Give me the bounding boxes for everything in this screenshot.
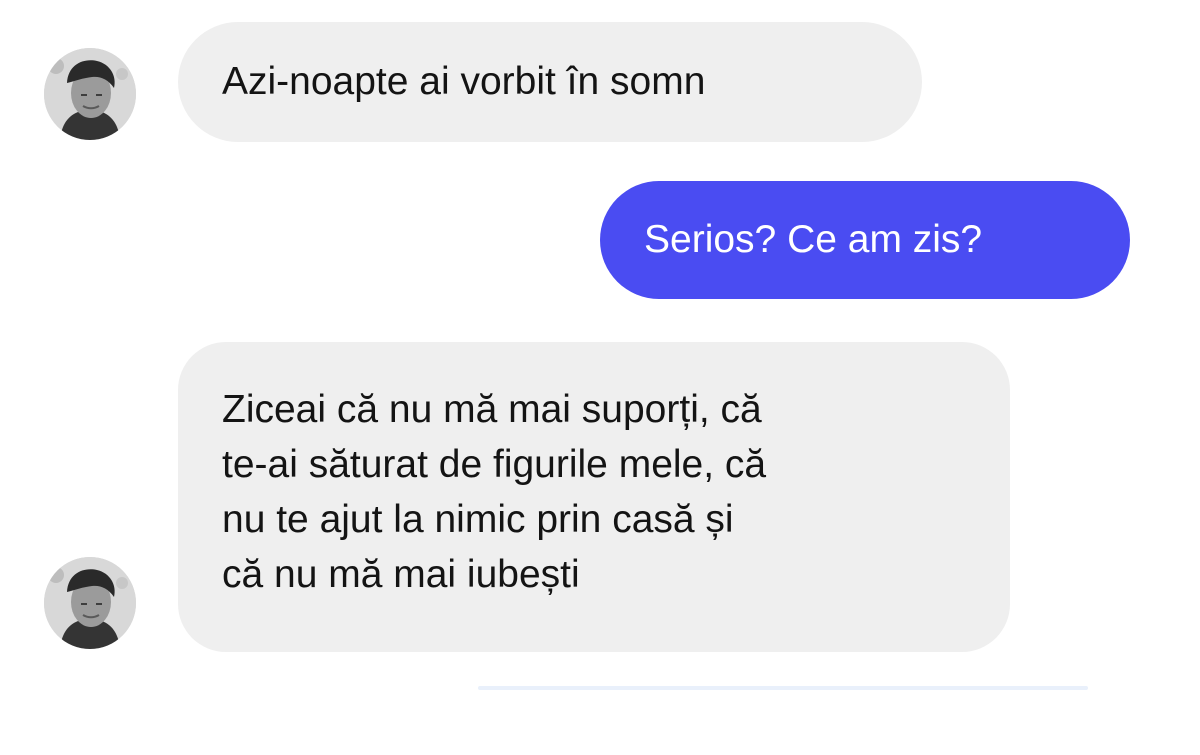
profile-photo-avatar-icon (44, 557, 136, 649)
outgoing-message-bubble[interactable]: Serios? Ce am zis? (600, 181, 1130, 299)
profile-photo-avatar-icon (44, 48, 136, 140)
chat-thread: Azi-noapte ai vorbit în somn Serios? Ce … (0, 0, 1200, 755)
contact-avatar-icon[interactable] (44, 48, 136, 140)
incoming-message-bubble[interactable]: Ziceai că nu mă mai suporți, că te-ai să… (178, 342, 1010, 652)
incoming-message-bubble[interactable]: Azi-noapte ai vorbit în somn (178, 22, 922, 142)
contact-avatar-icon[interactable] (44, 557, 136, 649)
message-divider (478, 686, 1088, 690)
